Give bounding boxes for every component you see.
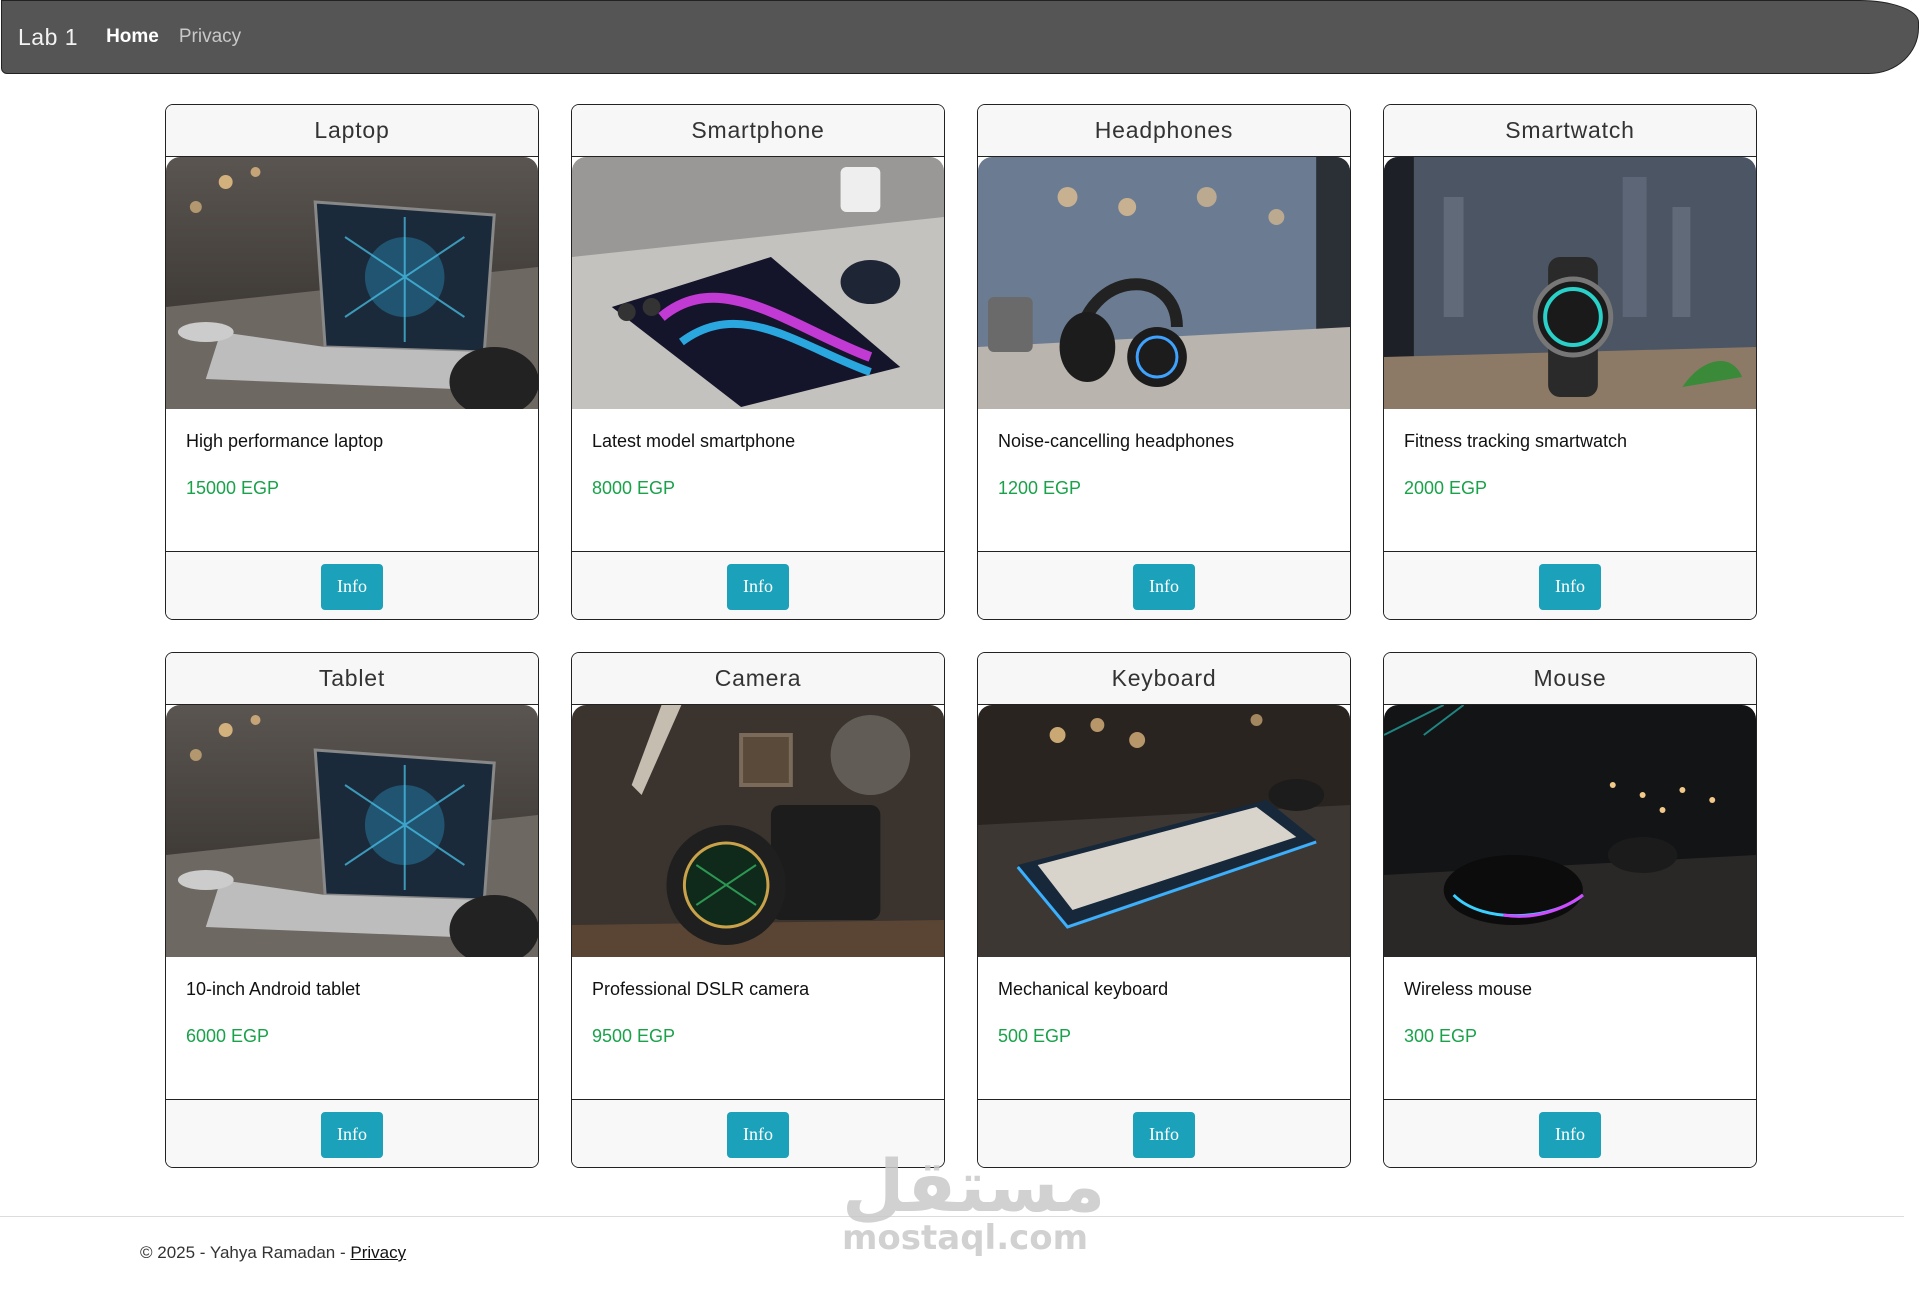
card-description: 10-inch Android tablet [186, 979, 361, 999]
info-button[interactable]: Info [727, 563, 789, 610]
card-price: 9500 EGP [592, 1026, 676, 1046]
product-card: Tablet 10-inch Android tablet 6000 EGP I… [165, 652, 539, 1168]
card-price: 15000 EGP [186, 478, 280, 498]
card-title: Camera [572, 653, 944, 705]
card-title: Tablet [166, 653, 538, 705]
card-title: Smartwatch [1384, 105, 1756, 157]
card-description: Noise-cancelling headphones [998, 431, 1235, 451]
nav-link-privacy[interactable]: Privacy [179, 26, 241, 48]
card-title: Headphones [978, 105, 1350, 157]
card-title: Mouse [1384, 653, 1756, 705]
smartphone-photo [572, 157, 944, 409]
card-title: Keyboard [978, 653, 1350, 705]
card-description: Professional DSLR camera [592, 979, 810, 999]
footer-privacy-link[interactable]: Privacy [350, 1243, 406, 1262]
mouse-photo [1384, 705, 1756, 957]
product-card: Smartwatch Fitness tracking smartwatch 2… [1383, 104, 1757, 620]
product-card: Camera Professional DSLR camera 9500 EGP… [571, 652, 945, 1168]
navbar-brand[interactable]: Lab 1 [18, 24, 78, 51]
laptop-photo [166, 705, 538, 957]
nav-link-home[interactable]: Home [106, 26, 159, 48]
info-button[interactable]: Info [1133, 563, 1195, 610]
watermark-latin: mostaql.com [842, 1218, 1089, 1258]
card-price: 300 EGP [1404, 1026, 1478, 1046]
card-price: 8000 EGP [592, 478, 676, 498]
info-button[interactable]: Info [321, 1111, 383, 1158]
smartwatch-photo [1384, 157, 1756, 409]
card-description: Wireless mouse [1404, 979, 1533, 999]
product-card: Laptop High performance laptop 15000 EGP… [165, 104, 539, 620]
watermark-arabic: مستقل [842, 1144, 1106, 1228]
info-button[interactable]: Info [1133, 1111, 1195, 1158]
card-description: Mechanical keyboard [998, 979, 1169, 999]
card-description: Fitness tracking smartwatch [1404, 431, 1628, 451]
page-footer: © 2025 - Yahya Ramadan - Privacy [140, 1243, 406, 1263]
product-card: Smartphone Latest model smartphone 8000 … [571, 104, 945, 620]
card-price: 2000 EGP [1404, 478, 1488, 498]
card-price: 1200 EGP [998, 478, 1082, 498]
product-card: Headphones Noise-cancelling headphones 1… [977, 104, 1351, 620]
info-button[interactable]: Info [1539, 1111, 1601, 1158]
mostaql-watermark: مستقل mostaql.com [842, 1144, 1106, 1258]
info-button[interactable]: Info [727, 1111, 789, 1158]
card-price: 6000 EGP [186, 1026, 270, 1046]
product-card: Keyboard Mechanical keyboard 500 EGP Inf… [977, 652, 1351, 1168]
laptop-photo [166, 157, 538, 409]
card-title: Smartphone [572, 105, 944, 157]
top-navbar: Lab 1 Home Privacy [1, 0, 1919, 74]
camera-photo [572, 705, 944, 957]
headphones-photo [978, 157, 1350, 409]
card-price: 500 EGP [998, 1026, 1072, 1046]
card-description: Latest model smartphone [592, 431, 796, 451]
card-title: Laptop [166, 105, 538, 157]
info-button[interactable]: Info [321, 563, 383, 610]
card-description: High performance laptop [186, 431, 384, 451]
keyboard-photo [978, 705, 1350, 957]
info-button[interactable]: Info [1539, 563, 1601, 610]
product-card: Mouse Wireless mouse 300 EGP Info [1383, 652, 1757, 1168]
footer-copyright: © 2025 - Yahya Ramadan - [140, 1243, 351, 1262]
